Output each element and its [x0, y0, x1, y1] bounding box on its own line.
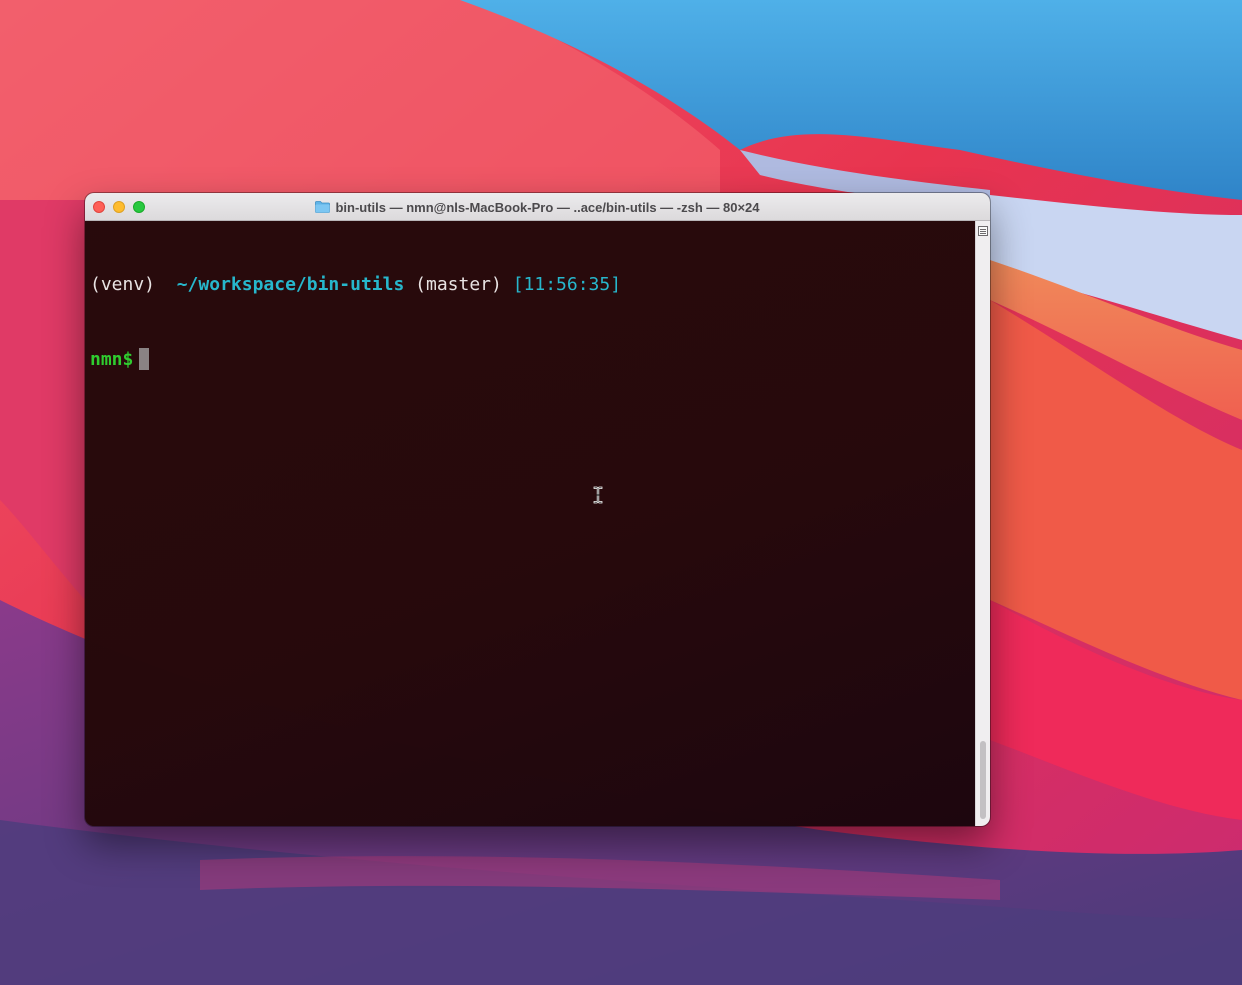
split-pane-icon[interactable] [978, 223, 988, 236]
window-title: bin-utils — nmn@nls-MacBook-Pro — ..ace/… [85, 193, 990, 221]
text-cursor [139, 348, 150, 370]
vertical-scrollbar[interactable] [975, 221, 990, 826]
window-title-text: bin-utils — nmn@nls-MacBook-Pro — ..ace/… [335, 199, 760, 215]
shell-prompt: nmn$ [90, 349, 134, 370]
command-line[interactable]: nmn$ [90, 347, 621, 372]
prompt-info-line: (venv) ~/workspace/bin-utils (master) [1… [90, 272, 621, 297]
terminal-window[interactable]: bin-utils — nmn@nls-MacBook-Pro — ..ace/… [85, 193, 990, 826]
current-path: ~/workspace/bin-utils [176, 274, 405, 295]
title-bar[interactable]: bin-utils — nmn@nls-MacBook-Pro — ..ace/… [85, 193, 990, 221]
scrollbar-thumb[interactable] [980, 741, 986, 819]
git-branch: (master) [415, 274, 502, 295]
terminal-content[interactable]: (venv) ~/workspace/bin-utils (master) [1… [85, 221, 975, 826]
folder-icon [315, 201, 331, 213]
venv-label: (venv) [90, 274, 156, 295]
timestamp: [11:56:35] [512, 274, 622, 295]
i-beam-cursor-icon [591, 486, 605, 504]
